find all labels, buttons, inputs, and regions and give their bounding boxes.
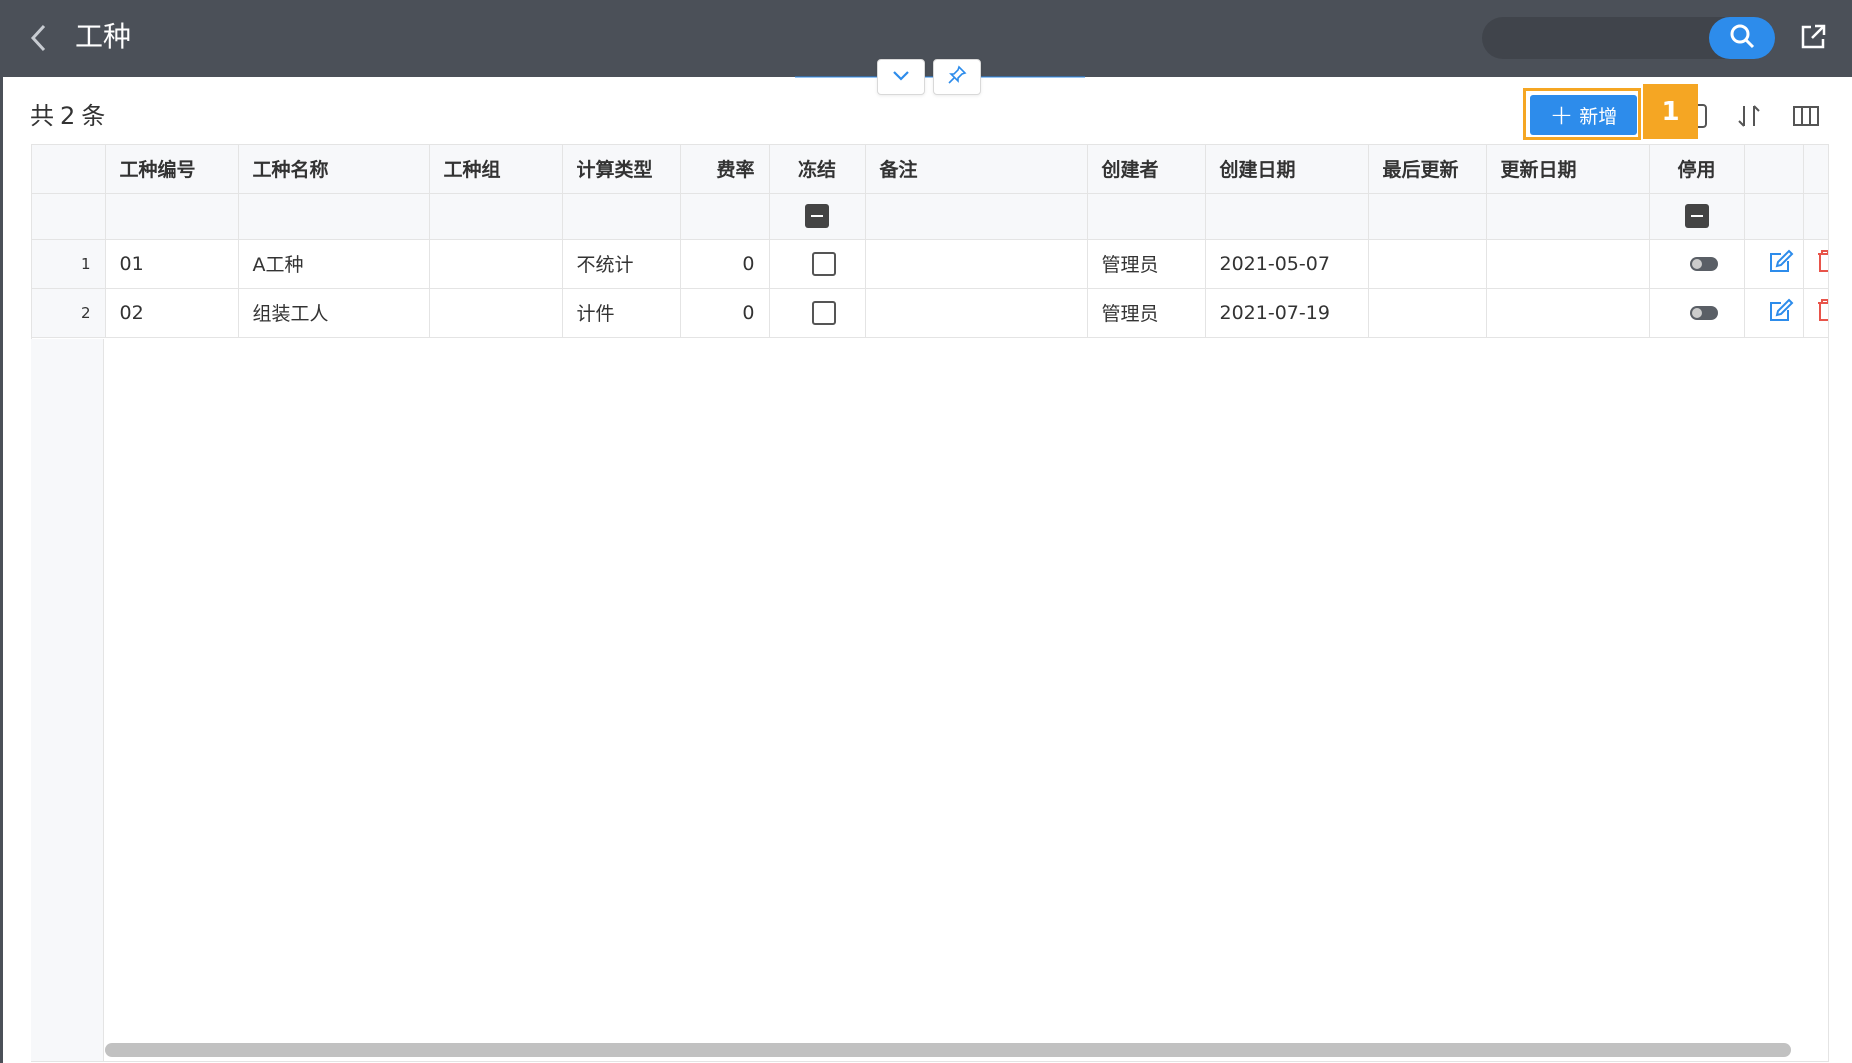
filter-cell — [1803, 193, 1828, 240]
cell-name[interactable]: A工种 — [238, 239, 430, 289]
cell-update-date — [1486, 288, 1650, 338]
filter-cell[interactable] — [1486, 193, 1650, 240]
app-header: 工种 — [0, 0, 1852, 77]
record-count: 共2条 — [30, 96, 111, 131]
add-button[interactable]: + 新增 — [1530, 95, 1637, 135]
column-header[interactable]: 工种编号 — [105, 145, 239, 194]
filter-cell[interactable] — [865, 193, 1088, 240]
page-title: 工种 — [75, 20, 132, 53]
column-header[interactable]: 工种组 — [429, 145, 563, 194]
pin-icon — [947, 65, 967, 89]
cell-creator: 管理员 — [1087, 239, 1206, 289]
count-value: 2 — [60, 102, 76, 130]
filter-cell[interactable] — [1205, 193, 1369, 240]
cell-disabled — [1649, 239, 1745, 289]
filter-cell — [32, 193, 106, 240]
search-icon — [1729, 23, 1755, 53]
row-index: 2 — [32, 288, 106, 338]
disabled-toggle[interactable] — [1689, 306, 1718, 320]
cell-edit — [1744, 239, 1804, 289]
filter-cell — [769, 193, 866, 240]
frozen-checkbox[interactable] — [812, 300, 836, 325]
filter-cell[interactable] — [1087, 193, 1206, 240]
horizontal-scrollbar[interactable] — [105, 1043, 1791, 1057]
plus-icon: + — [1549, 98, 1574, 131]
index-column-fill — [31, 339, 104, 1061]
filter-cell — [1744, 193, 1804, 240]
edit-icon[interactable] — [1768, 298, 1794, 328]
column-header[interactable]: 冻结 — [769, 145, 866, 194]
chevron-down-icon — [891, 68, 911, 87]
search-button[interactable] — [1709, 17, 1775, 59]
collapse-button[interactable] — [877, 59, 925, 95]
external-link-icon[interactable] — [1798, 22, 1828, 52]
column-header[interactable]: 工种名称 — [238, 145, 430, 194]
sort-icon[interactable] — [1732, 99, 1766, 133]
actions-header — [1803, 145, 1828, 194]
cell-rate[interactable]: 0 — [680, 288, 770, 338]
cell-calc-type[interactable]: 不统计 — [562, 239, 681, 289]
cell-frozen — [769, 288, 866, 338]
cell-created: 2021-07-19 — [1205, 288, 1369, 338]
filter-cell[interactable] — [680, 193, 770, 240]
cell-last-update — [1368, 288, 1487, 338]
cell-calc-type[interactable]: 计件 — [562, 288, 681, 338]
table-header-row: 工种编号 工种名称 工种组 计算类型 费率 冻结 备注 创建者 创建日期 最后更… — [32, 145, 1828, 194]
disabled-toggle[interactable] — [1689, 257, 1718, 271]
column-header[interactable]: 更新日期 — [1486, 145, 1650, 194]
actions-header — [1744, 145, 1804, 194]
step-badge: 1 — [1643, 84, 1698, 139]
cell-created: 2021-05-07 — [1205, 239, 1369, 289]
column-header[interactable]: 创建者 — [1087, 145, 1206, 194]
column-header[interactable]: 费率 — [680, 145, 770, 194]
cell-edit — [1744, 288, 1804, 338]
cell-remark[interactable] — [865, 239, 1088, 289]
cell-group[interactable] — [429, 239, 563, 289]
frozen-checkbox[interactable] — [812, 251, 836, 276]
cell-code[interactable]: 01 — [105, 239, 239, 289]
cell-disabled — [1649, 288, 1745, 338]
filter-cell[interactable] — [1368, 193, 1487, 240]
pin-button[interactable] — [933, 59, 981, 95]
frame-edge — [0, 77, 3, 1063]
filter-cell[interactable] — [562, 193, 681, 240]
columns-icon[interactable] — [1789, 99, 1823, 133]
chevron-left-icon[interactable] — [26, 22, 52, 54]
filter-row — [32, 193, 1828, 240]
cell-delete — [1803, 288, 1828, 338]
column-header[interactable]: 最后更新 — [1368, 145, 1487, 194]
frozen-filter-checkbox[interactable] — [805, 204, 829, 228]
column-header[interactable]: 创建日期 — [1205, 145, 1369, 194]
column-header[interactable]: 停用 — [1649, 145, 1745, 194]
cell-name[interactable]: 组装工人 — [238, 288, 430, 338]
index-header — [32, 145, 106, 194]
delete-icon[interactable] — [1816, 299, 1828, 328]
column-header[interactable]: 备注 — [865, 145, 1088, 194]
filter-cell[interactable] — [105, 193, 239, 240]
data-table: 工种编号 工种名称 工种组 计算类型 费率 冻结 备注 创建者 创建日期 最后更… — [31, 144, 1829, 1062]
cell-update-date — [1486, 239, 1650, 289]
table-row[interactable]: 2 02 组装工人 计件 0 管理员 2021-07-19 — [32, 288, 1828, 338]
filter-cell[interactable] — [429, 193, 563, 240]
edit-icon[interactable] — [1768, 249, 1794, 279]
count-prefix: 共 — [30, 102, 54, 130]
count-suffix: 条 — [81, 102, 106, 130]
filter-cell[interactable] — [238, 193, 430, 240]
add-button-label: 新增 — [1579, 105, 1618, 128]
cell-rate[interactable]: 0 — [680, 239, 770, 289]
cell-last-update — [1368, 239, 1487, 289]
table-row[interactable]: 1 01 A工种 不统计 0 管理员 2021-05-07 — [32, 239, 1828, 289]
cell-group[interactable] — [429, 288, 563, 338]
search-input[interactable] — [1482, 17, 1775, 59]
row-index: 1 — [32, 239, 106, 289]
filter-cell — [1649, 193, 1745, 240]
cell-code[interactable]: 02 — [105, 288, 239, 338]
cell-frozen — [769, 239, 866, 289]
cell-remark[interactable] — [865, 288, 1088, 338]
disabled-filter-checkbox[interactable] — [1684, 204, 1709, 228]
cell-delete — [1803, 239, 1828, 289]
delete-icon[interactable] — [1816, 250, 1828, 279]
cell-creator: 管理员 — [1087, 288, 1206, 338]
column-header[interactable]: 计算类型 — [562, 145, 681, 194]
